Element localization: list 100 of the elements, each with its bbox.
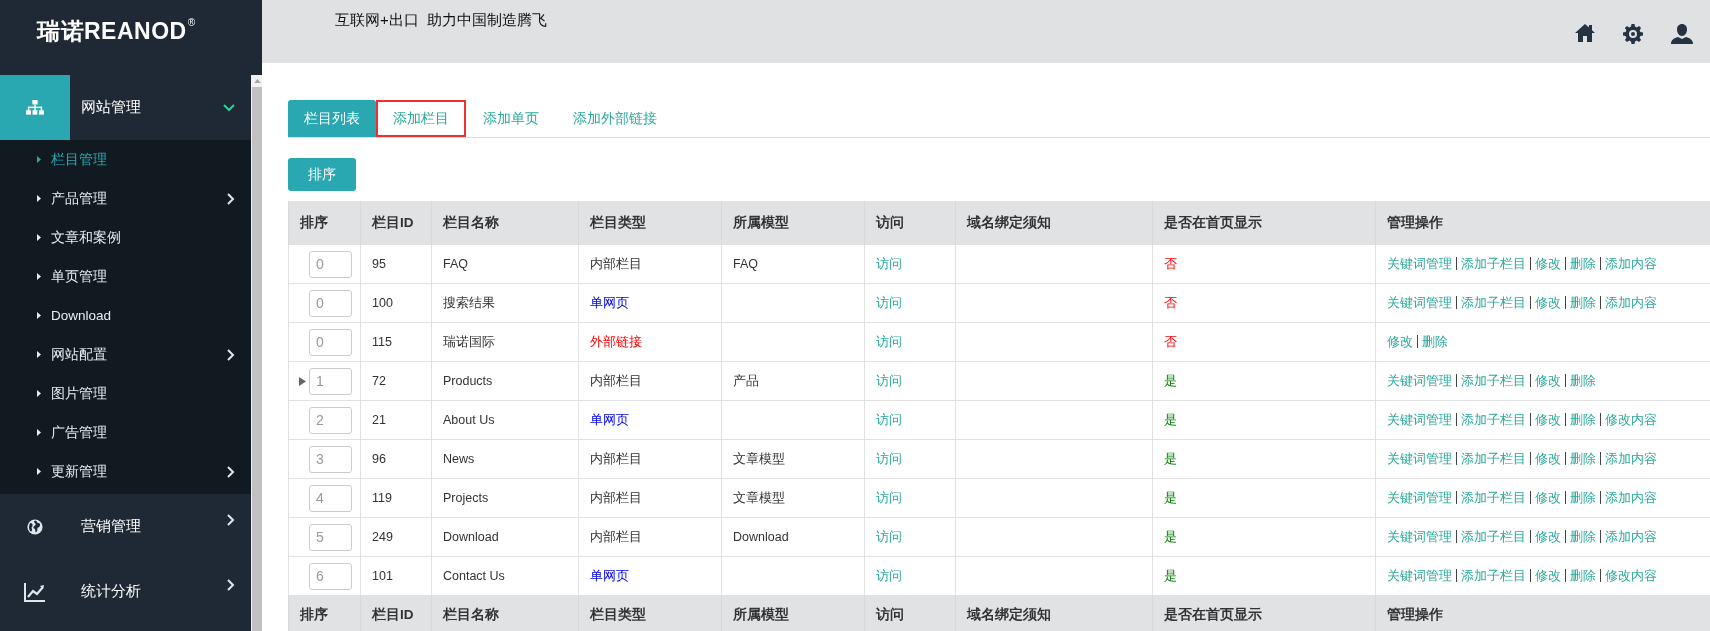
tab[interactable]: 添加单页 — [466, 100, 556, 137]
action-link[interactable]: 添加内容 — [1605, 295, 1657, 310]
action-link[interactable]: 删除 — [1570, 490, 1596, 505]
sort-order-field[interactable]: 5 — [309, 523, 352, 551]
action-link[interactable]: 关键词管理 — [1387, 412, 1452, 427]
menu-item[interactable]: 广告管理 — [0, 413, 252, 452]
caret-right-icon — [37, 390, 41, 397]
visit-link[interactable]: 访问 — [876, 334, 902, 349]
sort-order-field[interactable]: 2 — [309, 406, 352, 434]
action-link[interactable]: 添加内容 — [1605, 256, 1657, 271]
caret-right-icon — [37, 312, 41, 319]
action-link[interactable]: 添加子栏目 — [1461, 412, 1526, 427]
action-link[interactable]: 添加内容 — [1605, 451, 1657, 466]
visit-link[interactable]: 访问 — [876, 256, 902, 271]
menu-item[interactable]: Download — [0, 296, 252, 335]
table-cell: 内部栏目 — [578, 517, 722, 557]
visit-link[interactable]: 访问 — [876, 412, 902, 427]
menu-item[interactable]: 产品管理 — [0, 179, 252, 218]
table-cell: 内部栏目 — [578, 361, 722, 401]
action-link[interactable]: 添加内容 — [1605, 490, 1657, 505]
table-cell: 单网页 — [578, 400, 722, 440]
settings-icon[interactable] — [1623, 23, 1643, 44]
table-cell: 产品 — [721, 361, 865, 401]
table-cell: 否 — [1152, 322, 1376, 362]
chevron-right-icon — [227, 579, 236, 591]
column-header: 访问 — [864, 201, 956, 245]
action-link[interactable]: 关键词管理 — [1387, 256, 1452, 271]
visit-link[interactable]: 访问 — [876, 490, 902, 505]
table-cell: 72 — [360, 361, 432, 401]
sort-button[interactable]: 排序 — [288, 158, 356, 191]
action-link[interactable]: 删除 — [1570, 373, 1596, 388]
action-link[interactable]: 删除 — [1570, 529, 1596, 544]
action-link[interactable]: 添加内容 — [1605, 529, 1657, 544]
action-link[interactable]: 修改 — [1387, 334, 1413, 349]
table-cell: 内部栏目 — [578, 244, 722, 284]
scrollbar[interactable] — [251, 75, 262, 631]
action-link[interactable]: 删除 — [1570, 295, 1596, 310]
action-link[interactable]: 添加子栏目 — [1461, 295, 1526, 310]
expand-triangle-icon[interactable] — [298, 376, 306, 386]
action-link[interactable]: 修改 — [1535, 412, 1561, 427]
table-cell: FAQ — [721, 244, 865, 284]
action-link[interactable]: 修改内容 — [1605, 412, 1657, 427]
sort-order-field[interactable]: 3 — [309, 445, 352, 473]
action-link[interactable]: 修改 — [1535, 256, 1561, 271]
menu-section[interactable]: 网站管理 — [0, 75, 252, 140]
user-icon[interactable] — [1671, 23, 1693, 44]
action-link[interactable]: 修改 — [1535, 451, 1561, 466]
visit-link[interactable]: 访问 — [876, 295, 902, 310]
action-link[interactable]: 添加子栏目 — [1461, 568, 1526, 583]
home-icon[interactable] — [1575, 23, 1595, 42]
menu-item[interactable]: 网站配置 — [0, 335, 252, 374]
action-link[interactable]: 修改 — [1535, 529, 1561, 544]
table-cell: Products — [431, 361, 579, 401]
action-link[interactable]: 添加子栏目 — [1461, 373, 1526, 388]
sort-order-field[interactable]: 4 — [309, 484, 352, 512]
sort-order-field[interactable]: 0 — [309, 250, 352, 278]
sort-order-field[interactable]: 0 — [309, 328, 352, 356]
sort-order-field[interactable]: 6 — [309, 562, 352, 590]
action-link[interactable]: 删除 — [1570, 451, 1596, 466]
action-link[interactable]: 关键词管理 — [1387, 295, 1452, 310]
action-link[interactable]: 关键词管理 — [1387, 529, 1452, 544]
menu-item[interactable]: 单页管理 — [0, 257, 252, 296]
visit-link[interactable]: 访问 — [876, 373, 902, 388]
action-link[interactable]: 修改内容 — [1605, 568, 1657, 583]
table-cell: 96 — [360, 439, 432, 479]
tab[interactable]: 栏目列表 — [288, 100, 376, 137]
action-link[interactable]: 关键词管理 — [1387, 373, 1452, 388]
menu-item[interactable]: 更新管理 — [0, 452, 252, 491]
menu-section[interactable]: 统计分析 — [0, 559, 252, 624]
menu-item[interactable]: 栏目管理 — [0, 140, 252, 179]
action-link[interactable]: 修改 — [1535, 373, 1561, 388]
action-link[interactable]: 删除 — [1422, 334, 1448, 349]
column-header: 排序 — [288, 201, 361, 245]
tab[interactable]: 添加栏目 — [376, 100, 466, 137]
caret-right-icon — [37, 351, 41, 358]
action-link[interactable]: 添加子栏目 — [1461, 490, 1526, 505]
action-link[interactable]: 添加子栏目 — [1461, 256, 1526, 271]
visit-link[interactable]: 访问 — [876, 529, 902, 544]
action-link[interactable]: 删除 — [1570, 256, 1596, 271]
action-link[interactable]: 关键词管理 — [1387, 451, 1452, 466]
menu-section[interactable]: 营销管理 — [0, 494, 252, 559]
action-link[interactable]: 删除 — [1570, 568, 1596, 583]
action-link[interactable]: 修改 — [1535, 568, 1561, 583]
table-cell: 瑞诺国际 — [431, 322, 579, 362]
tab[interactable]: 添加外部链接 — [556, 100, 674, 137]
sort-order-field[interactable]: 0 — [309, 289, 352, 317]
action-link[interactable]: 添加子栏目 — [1461, 529, 1526, 544]
visit-link[interactable]: 访问 — [876, 568, 902, 583]
action-link[interactable]: 删除 — [1570, 412, 1596, 427]
visit-link[interactable]: 访问 — [876, 451, 902, 466]
action-link[interactable]: 关键词管理 — [1387, 490, 1452, 505]
menu-item[interactable]: 文章和案例 — [0, 218, 252, 257]
column-header: 是否在首页显示 — [1152, 201, 1376, 245]
sort-order-field[interactable]: 1 — [309, 367, 352, 395]
action-link[interactable]: 修改 — [1535, 295, 1561, 310]
menu-item[interactable]: 图片管理 — [0, 374, 252, 413]
globe-icon — [27, 518, 43, 535]
action-link[interactable]: 关键词管理 — [1387, 568, 1452, 583]
action-link[interactable]: 修改 — [1535, 490, 1561, 505]
action-link[interactable]: 添加子栏目 — [1461, 451, 1526, 466]
